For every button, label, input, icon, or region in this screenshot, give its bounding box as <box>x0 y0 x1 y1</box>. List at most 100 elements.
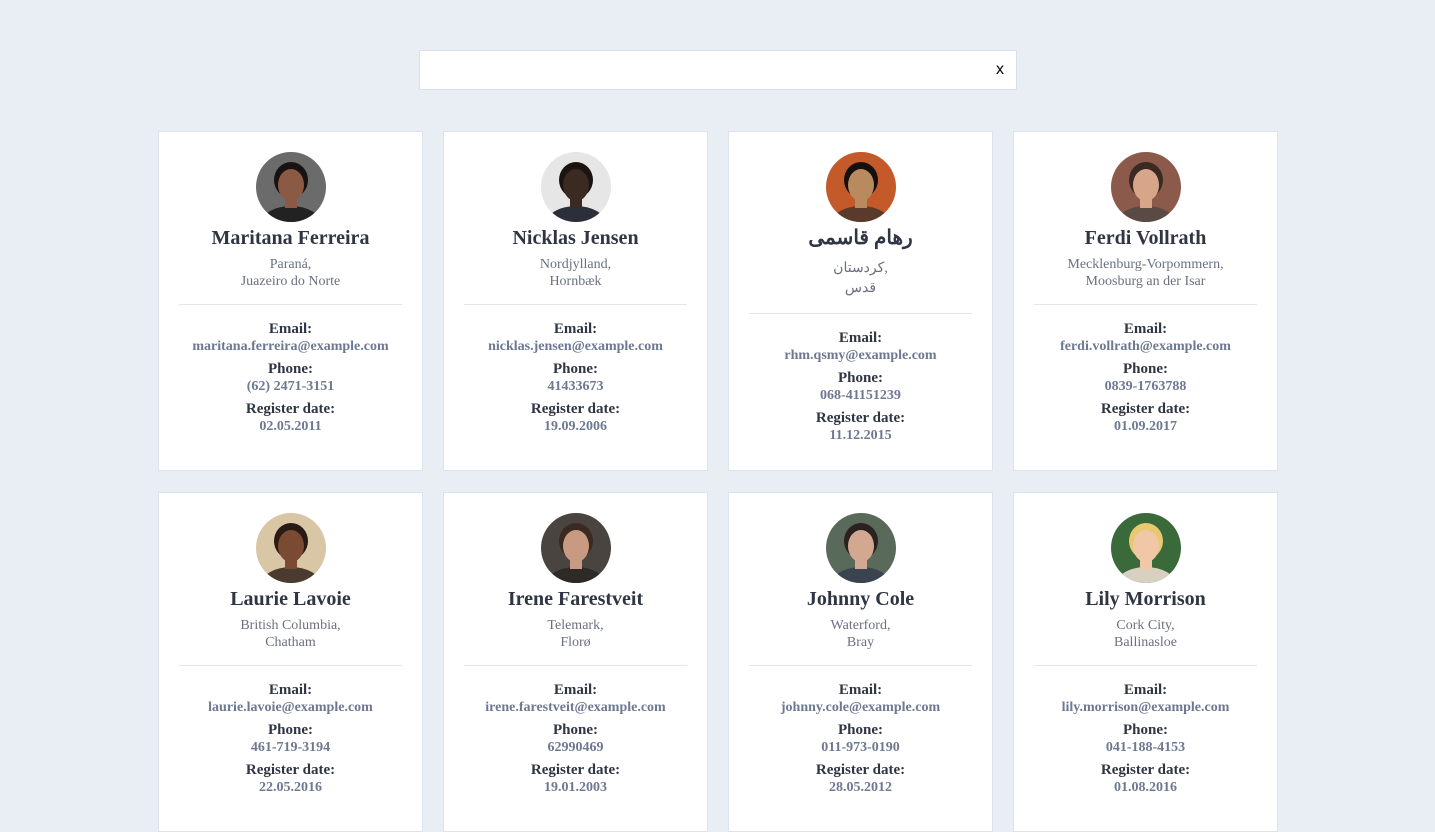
user-avatar <box>825 513 896 583</box>
user-name: Maritana Ferreira <box>211 227 370 249</box>
email-label: Email: <box>553 682 598 698</box>
user-register-date: 11.12.2015 <box>829 428 892 443</box>
user-avatar <box>825 152 896 222</box>
user-card: Maritana Ferreira Paraná, Juazeiro do No… <box>158 131 423 471</box>
user-card: Laurie Lavoie British Columbia, Chatham … <box>158 492 423 832</box>
register-date-label: Register date: <box>1100 401 1191 417</box>
phone-label: Phone: <box>838 722 883 738</box>
user-register-date: 02.05.2011 <box>259 419 322 434</box>
user-city: Juazeiro do Norte <box>240 274 341 289</box>
user-avatar <box>540 152 611 222</box>
user-email: lily.morrison@example.com <box>1061 700 1230 715</box>
user-email: maritana.ferreira@example.com <box>192 339 389 354</box>
user-phone: 011-973-0190 <box>821 740 900 755</box>
user-email: rhm.qsmy@example.com <box>784 348 937 363</box>
user-state: کردستان, <box>833 261 888 276</box>
user-card: Irene Farestveit Telemark, Florø Email: … <box>443 492 708 832</box>
card-divider <box>464 665 687 666</box>
user-avatar <box>255 513 326 583</box>
user-avatar <box>540 513 611 583</box>
user-state: Mecklenburg-Vorpommern, <box>1067 257 1224 272</box>
search-input[interactable] <box>420 51 980 89</box>
user-location: Paraná, Juazeiro do Norte <box>159 256 422 290</box>
register-date-label: Register date: <box>1100 762 1191 778</box>
user-city: قدس <box>844 281 877 296</box>
user-name: Lily Morrison <box>1085 588 1206 610</box>
user-city: Chatham <box>265 635 316 650</box>
user-location: Cork City, Ballinasloe <box>1014 617 1277 651</box>
user-email: ferdi.vollrath@example.com <box>1060 339 1231 354</box>
clear-search-button[interactable]: x <box>996 60 1004 80</box>
phone-label: Phone: <box>268 722 313 738</box>
avatar-image <box>540 152 611 222</box>
avatar-image <box>825 513 896 583</box>
avatar-image <box>1110 513 1181 583</box>
card-divider <box>749 313 972 314</box>
phone-label: Phone: <box>1123 361 1168 377</box>
user-phone: 0839-1763788 <box>1104 379 1187 394</box>
user-state: Paraná, <box>269 257 312 272</box>
user-location: Mecklenburg-Vorpommern, Moosburg an der … <box>1014 256 1277 290</box>
phone-label: Phone: <box>553 722 598 738</box>
user-state: Waterford, <box>830 618 891 633</box>
register-date-label: Register date: <box>815 410 906 426</box>
user-name: رهام قاسمی <box>808 227 913 249</box>
user-state: Nordjylland, <box>539 257 612 272</box>
register-date-label: Register date: <box>245 762 336 778</box>
phone-label: Phone: <box>1123 722 1168 738</box>
user-register-date: 19.01.2003 <box>544 780 607 795</box>
avatar-image <box>255 152 326 222</box>
user-location: Waterford, Bray <box>729 617 992 651</box>
phone-label: Phone: <box>268 361 313 377</box>
user-register-date: 19.09.2006 <box>544 419 607 434</box>
card-divider <box>179 304 402 305</box>
email-label: Email: <box>268 682 313 698</box>
user-state: Cork City, <box>1116 618 1175 633</box>
email-label: Email: <box>553 321 598 337</box>
register-date-label: Register date: <box>530 401 621 417</box>
user-phone: (62) 2471-3151 <box>246 379 335 394</box>
user-email: laurie.lavoie@example.com <box>208 700 373 715</box>
user-card-grid: Maritana Ferreira Paraná, Juazeiro do No… <box>158 131 1278 832</box>
user-avatar <box>255 152 326 222</box>
user-avatar <box>1110 513 1181 583</box>
card-divider <box>1034 304 1257 305</box>
user-email: johnny.cole@example.com <box>780 700 941 715</box>
avatar-image <box>540 513 611 583</box>
register-date-label: Register date: <box>245 401 336 417</box>
user-phone: 041-188-4153 <box>1105 740 1186 755</box>
user-email: nicklas.jensen@example.com <box>488 339 663 354</box>
user-location: British Columbia, Chatham <box>159 617 422 651</box>
user-city: Hornbæk <box>549 274 602 289</box>
user-name: Ferdi Vollrath <box>1084 227 1207 249</box>
user-city: Bray <box>846 635 875 650</box>
user-card: Nicklas Jensen Nordjylland, Hornbæk Emai… <box>443 131 708 471</box>
email-label: Email: <box>1123 682 1168 698</box>
user-register-date: 01.09.2017 <box>1114 419 1177 434</box>
phone-label: Phone: <box>838 370 883 386</box>
avatar-image <box>255 513 326 583</box>
user-city: Florø <box>560 635 591 650</box>
user-phone: 62990469 <box>547 740 604 755</box>
card-divider <box>1034 665 1257 666</box>
user-location: کردستان, قدس <box>729 259 992 299</box>
user-name: Laurie Lavoie <box>230 588 351 610</box>
user-city: Ballinasloe <box>1114 635 1177 650</box>
card-divider <box>749 665 972 666</box>
user-state: British Columbia, <box>240 618 341 633</box>
user-card: رهام قاسمی کردستان, قدس Email: rhm.qsmy@… <box>728 131 993 471</box>
avatar-image <box>1110 152 1181 222</box>
user-name: Johnny Cole <box>806 588 915 610</box>
user-location: Telemark, Florø <box>444 617 707 651</box>
user-phone: 068-41151239 <box>820 388 901 403</box>
register-date-label: Register date: <box>815 762 906 778</box>
card-divider <box>179 665 402 666</box>
card-divider <box>464 304 687 305</box>
user-card: Johnny Cole Waterford, Bray Email: johnn… <box>728 492 993 832</box>
register-date-label: Register date: <box>530 762 621 778</box>
email-label: Email: <box>268 321 313 337</box>
email-label: Email: <box>1123 321 1168 337</box>
user-name: Nicklas Jensen <box>512 227 639 249</box>
user-phone: 41433673 <box>547 379 604 394</box>
email-label: Email: <box>838 330 883 346</box>
